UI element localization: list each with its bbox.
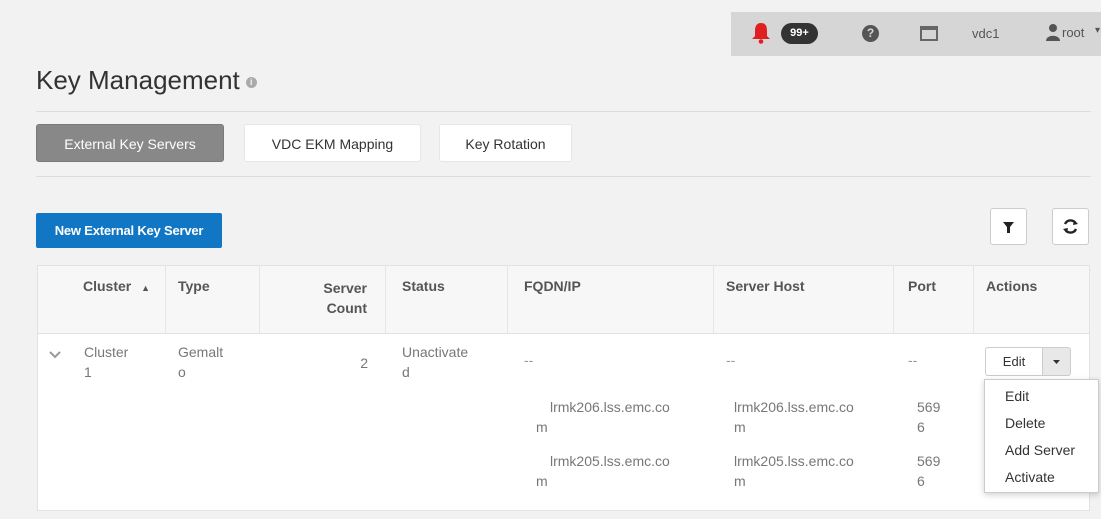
tab-external-key-servers[interactable]: External Key Servers xyxy=(36,124,224,162)
help-icon[interactable]: ? xyxy=(862,25,879,42)
col-status[interactable]: Status xyxy=(386,266,508,333)
cell-fqdn: -- xyxy=(524,352,534,368)
menu-item-activate[interactable]: Activate xyxy=(1005,469,1055,485)
menu-item-delete[interactable]: Delete xyxy=(1005,415,1045,431)
edit-button[interactable]: Edit xyxy=(985,347,1043,376)
col-server-count-label-1: Server xyxy=(323,280,367,296)
subrow-server-host: lrmk206.lss.emc.co m xyxy=(734,397,854,437)
table-header: Cluster ▲ Type Server Count Status FQDN/… xyxy=(38,266,1089,334)
cell-cluster: Cluster 1 xyxy=(84,342,128,382)
col-type[interactable]: Type xyxy=(166,266,260,333)
divider xyxy=(36,111,1091,112)
actions-dropdown-menu: Edit Delete Add Server Activate xyxy=(984,379,1099,493)
subrow-fqdn-line-1: lrmk206.lss.emc.co xyxy=(550,399,670,415)
col-actions: Actions xyxy=(986,278,1038,294)
subrow-fqdn-line-2: m xyxy=(536,473,548,489)
col-server-host[interactable]: Server Host xyxy=(714,266,894,333)
cell-server-host: -- xyxy=(726,352,736,368)
filter-icon xyxy=(1003,222,1014,233)
window-icon[interactable] xyxy=(920,26,938,41)
subrow-host-line-1: lrmk206.lss.emc.co xyxy=(734,399,854,415)
caret-down-icon[interactable]: ▾ xyxy=(1095,25,1100,36)
user-icon xyxy=(1046,24,1060,41)
cell-type-line-2: o xyxy=(178,364,186,380)
page-title-text: Key Management xyxy=(36,65,240,95)
subrow-port-line-1: 569 xyxy=(917,399,941,415)
subrow-host-line-2: m xyxy=(734,473,746,489)
user-menu[interactable]: root xyxy=(1062,25,1084,40)
refresh-icon xyxy=(1063,219,1078,234)
cell-status-line-1: Unactivate xyxy=(402,344,469,360)
filter-button[interactable] xyxy=(990,208,1027,245)
subrow-host-line-1: lrmk205.lss.emc.co xyxy=(734,453,854,469)
chevron-down-icon[interactable] xyxy=(49,350,61,360)
col-fqdn-ip[interactable]: FQDN/IP xyxy=(508,266,714,333)
cell-type: Gemalt o xyxy=(178,342,223,382)
caret-down-icon xyxy=(1053,360,1060,364)
notification-count-badge[interactable]: 99+ xyxy=(781,23,818,44)
divider xyxy=(36,176,1091,177)
tab-key-rotation[interactable]: Key Rotation xyxy=(439,124,572,162)
subrow-fqdn-line-2: m xyxy=(536,419,548,435)
new-external-key-server-button[interactable]: New External Key Server xyxy=(36,213,222,248)
sort-ascending-icon: ▲ xyxy=(141,283,151,293)
col-cluster[interactable]: Cluster ▲ xyxy=(38,266,166,333)
subrow-port-line-2: 6 xyxy=(917,473,925,489)
page-title: Key Management i xyxy=(36,65,257,96)
cell-server-count: 2 xyxy=(360,355,368,371)
subrow-port: 569 6 xyxy=(917,397,940,437)
subrow-server-host: lrmk205.lss.emc.co m xyxy=(734,451,854,491)
subrow-fqdn: lrmk205.lss.emc.co m xyxy=(536,451,670,491)
cell-type-line-1: Gemalt xyxy=(178,344,224,360)
tab-vdc-ekm-mapping[interactable]: VDC EKM Mapping xyxy=(244,124,421,162)
subrow-port-line-1: 569 xyxy=(917,453,941,469)
menu-item-edit[interactable]: Edit xyxy=(1005,388,1029,404)
col-server-count-label-2: Count xyxy=(326,300,367,316)
actions-dropdown-toggle[interactable] xyxy=(1042,347,1071,376)
cell-cluster-line-1: Cluster xyxy=(84,344,129,360)
vdc-selector[interactable]: vdc1 xyxy=(972,26,999,41)
cell-cluster-line-2: 1 xyxy=(84,364,92,380)
subrow-host-line-2: m xyxy=(734,419,746,435)
cell-port: -- xyxy=(908,352,918,368)
col-port[interactable]: Port xyxy=(894,266,974,333)
subrow-fqdn-line-1: lrmk205.lss.emc.co xyxy=(550,453,670,469)
col-cluster-label: Cluster xyxy=(83,278,132,294)
key-servers-table: Cluster ▲ Type Server Count Status FQDN/… xyxy=(37,265,1090,511)
refresh-button[interactable] xyxy=(1052,208,1089,245)
top-header-bar: 99+ ? vdc1 root ▾ xyxy=(731,12,1101,56)
bell-icon[interactable] xyxy=(751,22,771,44)
subrow-fqdn: lrmk206.lss.emc.co m xyxy=(536,397,670,437)
col-server-count[interactable]: Server Count xyxy=(260,266,386,333)
menu-item-add-server[interactable]: Add Server xyxy=(1005,442,1075,458)
subrow-port: 569 6 xyxy=(917,451,940,491)
info-icon[interactable]: i xyxy=(245,76,257,88)
subrow-port-line-2: 6 xyxy=(917,419,925,435)
cell-status: Unactivate d xyxy=(402,342,468,382)
cell-status-line-2: d xyxy=(402,364,410,380)
